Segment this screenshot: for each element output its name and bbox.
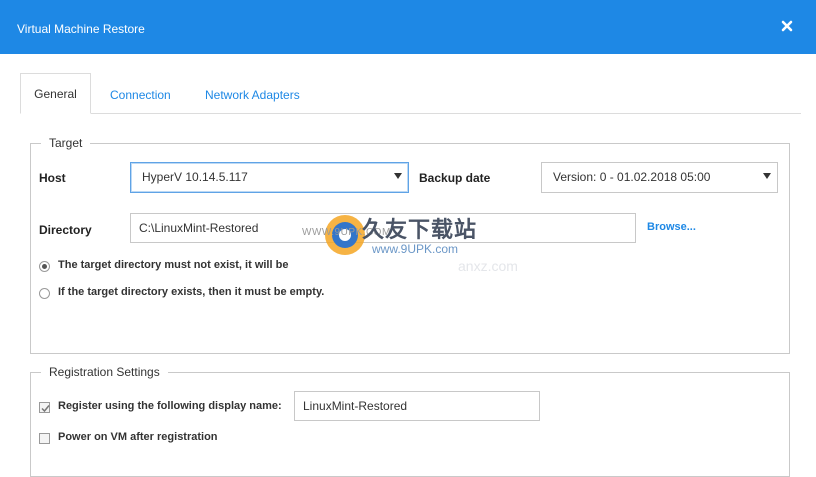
- tab-connection[interactable]: Connection: [110, 88, 171, 102]
- tab-network-adapters[interactable]: Network Adapters: [205, 88, 300, 102]
- window-title: Virtual Machine Restore: [17, 22, 145, 36]
- option-must-be-empty-radio[interactable]: [39, 288, 50, 299]
- tab-general[interactable]: General: [20, 73, 91, 114]
- option-not-exist-label: The target directory must not exist, it …: [58, 259, 289, 271]
- host-select[interactable]: HyperV 10.14.5.117: [130, 162, 409, 193]
- watermark-url-text: www.9UPK.com: [372, 242, 459, 256]
- power-on-checkbox[interactable]: [39, 433, 50, 444]
- registration-group: Registration Settings: [30, 365, 790, 477]
- title-bar: Virtual Machine Restore: [0, 0, 816, 54]
- option-not-exist-radio[interactable]: [39, 261, 50, 272]
- checkmark-icon: [41, 405, 50, 413]
- backup-date-select[interactable]: Version: 0 - 01.02.2018 05:00: [541, 162, 778, 193]
- chevron-down-icon: [763, 173, 771, 179]
- option-must-be-empty-label: If the target directory exists, then it …: [58, 286, 325, 298]
- register-checkbox[interactable]: [39, 402, 50, 413]
- directory-label: Directory: [39, 223, 92, 237]
- backup-date-value: Version: 0 - 01.02.2018 05:00: [553, 170, 711, 184]
- display-name-input[interactable]: LinuxMint-Restored: [294, 391, 540, 421]
- watermark-faded-text: anxz.com: [458, 258, 518, 274]
- display-name-value: LinuxMint-Restored: [303, 399, 408, 413]
- host-label: Host: [39, 171, 66, 185]
- directory-input-value: C:\LinuxMint-Restored: [139, 221, 259, 235]
- chevron-down-icon: [394, 173, 402, 179]
- watermark-brand-text: 久友下载站: [362, 217, 478, 242]
- register-label: Register using the following display nam…: [58, 400, 282, 412]
- backup-date-label: Backup date: [419, 171, 491, 185]
- host-select-value: HyperV 10.14.5.117: [142, 170, 248, 184]
- registration-legend: Registration Settings: [49, 365, 160, 379]
- close-icon[interactable]: [780, 19, 794, 33]
- tab-divider: [20, 113, 801, 114]
- browse-link[interactable]: Browse...: [647, 221, 696, 233]
- power-on-label: Power on VM after registration: [58, 431, 218, 443]
- target-legend: Target: [49, 136, 83, 150]
